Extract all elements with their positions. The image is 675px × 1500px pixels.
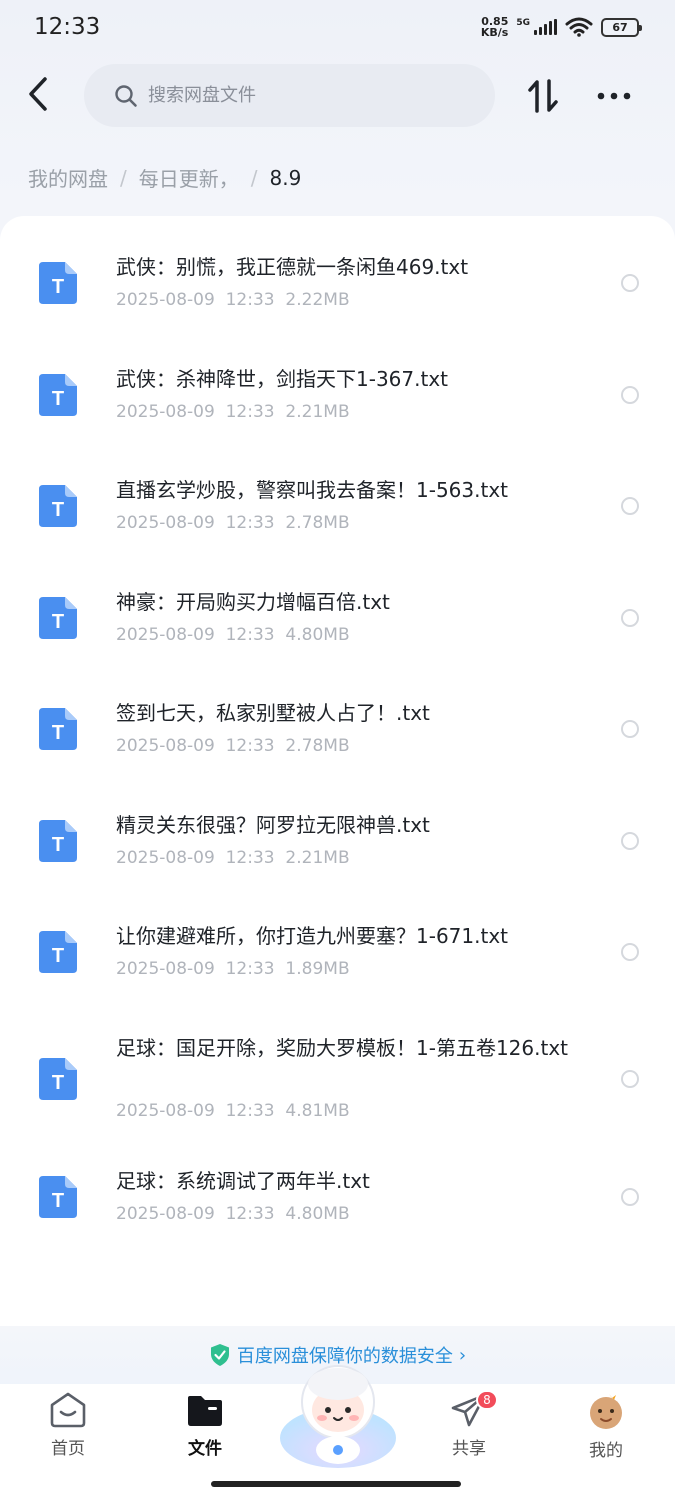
file-row[interactable]: T 足球：系统调试了两年半.txt 2025-08-09 12:33 4.80M… [0, 1160, 675, 1270]
battery-level: 67 [612, 20, 628, 34]
file-name: 武侠：别慌，我正德就一条闲鱼469.txt [116, 255, 469, 279]
breadcrumb-middle[interactable]: 每日更新， [139, 163, 239, 192]
breadcrumb-separator: / [120, 165, 127, 190]
file-meta: 2025-08-09 12:33 2.22MB [116, 290, 350, 310]
txt-file-icon: T [39, 708, 77, 750]
file-name: 足球：国足开除，奖励大罗模板！1-第五卷126.txt [116, 1036, 568, 1060]
breadcrumb-separator: / [250, 165, 258, 190]
network-speed: 0.85 KB/s [480, 15, 509, 39]
file-row[interactable]: T 签到七天，私家别墅被人占了！.txt 2025-08-09 12:33 2.… [0, 692, 675, 802]
breadcrumb-current: 8.9 [269, 165, 302, 190]
breadcrumb: 我的网盘 / 每日更新， / 8.9 [28, 163, 301, 192]
txt-file-icon: T [39, 1058, 77, 1100]
sort-button[interactable] [523, 76, 563, 116]
nav-home[interactable]: 首页 [28, 1392, 108, 1459]
wifi-icon [565, 17, 593, 37]
file-name: 签到七天，私家别墅被人占了！.txt [116, 701, 430, 725]
file-meta: 2025-08-09 12:33 2.21MB [116, 848, 350, 868]
back-button[interactable] [18, 74, 58, 114]
file-row[interactable]: T 让你建避难所，你打造九州要塞？1-671.txt 2025-08-09 12… [0, 915, 675, 1025]
folder-icon [188, 1396, 222, 1426]
search-box[interactable] [84, 64, 495, 127]
home-indicator [211, 1481, 461, 1487]
txt-file-icon: T [39, 374, 77, 416]
search-icon [115, 84, 137, 107]
select-checkbox[interactable] [621, 609, 639, 627]
svg-text:T: T [52, 834, 64, 856]
file-meta: 2025-08-09 12:33 2.78MB [116, 736, 350, 756]
file-meta: 2025-08-09 12:33 1.89MB [116, 959, 350, 979]
mascot-icon [280, 1365, 396, 1468]
status-bar: 12:33 0.85 KB/s 5G 67 [0, 0, 675, 58]
txt-file-icon: T [39, 820, 77, 862]
nav-share[interactable]: 8 共享 [429, 1390, 509, 1459]
file-row[interactable]: T 直播玄学炒股，警察叫我去备案！1-563.txt 2025-08-09 12… [0, 469, 675, 579]
select-checkbox[interactable] [621, 386, 639, 404]
breadcrumb-root[interactable]: 我的网盘 [28, 163, 108, 192]
svg-text:T: T [52, 276, 64, 298]
nav-mine-label: 我的 [589, 1441, 623, 1461]
avatar-icon [590, 1394, 622, 1429]
select-checkbox[interactable] [621, 1188, 639, 1206]
ai-assistant-button[interactable] [278, 1352, 398, 1470]
file-meta: 2025-08-09 12:33 2.21MB [116, 402, 350, 422]
file-meta: 2025-08-09 12:33 4.80MB [116, 1204, 350, 1224]
file-name: 直播玄学炒股，警察叫我去备案！1-563.txt [116, 478, 508, 502]
file-meta: 2025-08-09 12:33 4.80MB [116, 625, 350, 645]
select-checkbox[interactable] [621, 832, 639, 850]
select-checkbox[interactable] [621, 943, 639, 961]
status-time: 12:33 [34, 14, 101, 40]
select-checkbox[interactable] [621, 720, 639, 738]
select-checkbox[interactable] [621, 1070, 639, 1088]
share-badge: 8 [476, 1390, 498, 1410]
sort-icon [528, 79, 558, 113]
more-button[interactable] [594, 76, 634, 116]
top-bar [0, 62, 675, 128]
txt-file-icon: T [39, 262, 77, 304]
file-row[interactable]: T 武侠：杀神降世，剑指天下1-367.txt 2025-08-09 12:33… [0, 358, 675, 468]
select-checkbox[interactable] [621, 497, 639, 515]
select-checkbox[interactable] [621, 274, 639, 292]
status-indicators: 0.85 KB/s 5G 67 [480, 15, 642, 39]
more-icon [597, 92, 631, 100]
search-input[interactable] [148, 85, 448, 106]
network-type: 5G [516, 18, 530, 28]
nav-share-label: 共享 [452, 1439, 486, 1459]
file-name: 武侠：杀神降世，剑指天下1-367.txt [116, 367, 448, 391]
shield-icon [210, 1344, 229, 1366]
file-name: 让你建避难所，你打造九州要塞？1-671.txt [116, 924, 508, 948]
file-meta: 2025-08-09 12:33 2.78MB [116, 513, 350, 533]
battery-icon: 67 [601, 17, 642, 37]
svg-text:T: T [52, 945, 64, 967]
svg-text:T: T [52, 388, 64, 410]
file-name: 足球：系统调试了两年半.txt [116, 1169, 370, 1193]
file-list: T 武侠：别慌，我正德就一条闲鱼469.txt 2025-08-09 12:33… [0, 216, 675, 1326]
file-meta: 2025-08-09 12:33 4.81MB [116, 1101, 350, 1121]
txt-file-icon: T [39, 1176, 77, 1218]
svg-text:T: T [52, 499, 64, 521]
chevron-left-icon [29, 77, 47, 111]
nav-files[interactable]: 文件 [165, 1392, 245, 1459]
file-row[interactable]: T 武侠：别慌，我正德就一条闲鱼469.txt 2025-08-09 12:33… [0, 246, 675, 356]
txt-file-icon: T [39, 931, 77, 973]
nav-mine[interactable]: 我的 [566, 1392, 646, 1461]
signal-icon [534, 19, 557, 35]
file-name: 精灵关东很强？阿罗拉无限神兽.txt [116, 813, 430, 837]
nav-files-label: 文件 [188, 1439, 222, 1459]
svg-text:T: T [52, 1190, 64, 1212]
home-icon [50, 1392, 86, 1428]
nav-home-label: 首页 [51, 1439, 85, 1459]
file-name: 神豪：开局购买力增幅百倍.txt [116, 590, 390, 614]
file-row[interactable]: T 足球：国足开除，奖励大罗模板！1-第五卷126.txt 2025-08-09… [0, 1027, 675, 1157]
file-row[interactable]: T 神豪：开局购买力增幅百倍.txt 2025-08-09 12:33 4.80… [0, 581, 675, 691]
chevron-right-icon: › [458, 1344, 467, 1366]
txt-file-icon: T [39, 597, 77, 639]
svg-text:T: T [52, 611, 64, 633]
file-row[interactable]: T 精灵关东很强？阿罗拉无限神兽.txt 2025-08-09 12:33 2.… [0, 804, 675, 914]
svg-text:T: T [52, 722, 64, 744]
svg-text:T: T [52, 1072, 64, 1094]
txt-file-icon: T [39, 485, 77, 527]
